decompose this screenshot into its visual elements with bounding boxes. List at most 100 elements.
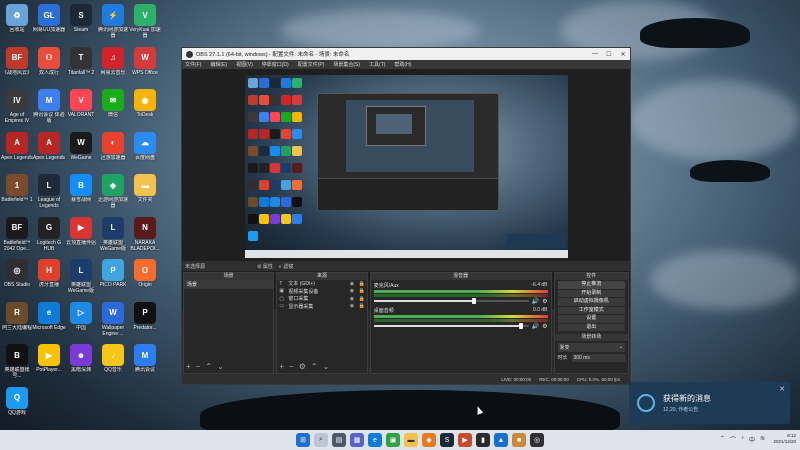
menu-tools[interactable]: 工具(T): [369, 61, 385, 68]
menu-file[interactable]: 文件(F): [185, 61, 201, 68]
menu-edit[interactable]: 编辑(E): [210, 61, 227, 68]
volume-fader[interactable]: 🔊 ⚙: [373, 323, 548, 330]
desktop-icon[interactable]: R 阿兰大陆编程: [0, 300, 34, 342]
close-icon[interactable]: ✕: [779, 385, 785, 393]
move-down-icon[interactable]: ⌄: [217, 362, 224, 371]
desktop-icon[interactable]: ▬ 文件夹: [128, 172, 162, 214]
desktop-icon[interactable]: T Titanfall™ 2: [64, 45, 98, 87]
desktop-icon[interactable]: M 腾讯会议: [128, 342, 162, 384]
eye-icon[interactable]: ◉: [350, 303, 356, 309]
control-button[interactable]: 工作室模式: [557, 306, 625, 314]
desktop-icon[interactable]: ♪ QQ音乐: [96, 342, 130, 384]
menu-help[interactable]: 帮助(H): [394, 61, 411, 68]
app-icon[interactable]: ◆: [422, 433, 436, 447]
app-icon[interactable]: ▲: [494, 433, 508, 447]
desktop-icon[interactable]: ▷ 中国: [64, 300, 98, 342]
remove-source-icon[interactable]: −: [289, 362, 294, 371]
obs-icon[interactable]: ◎: [530, 433, 544, 447]
control-button[interactable]: 退出: [557, 323, 625, 331]
search-icon[interactable]: ⌕: [314, 433, 328, 447]
desktop-icon[interactable]: M 腾讯会议 体验版: [32, 87, 66, 129]
app-icon[interactable]: ■: [512, 433, 526, 447]
desktop-icon[interactable]: ✉ 微信: [96, 87, 130, 129]
desktop-icon[interactable]: ◆ 迅游网游加速器: [96, 172, 130, 214]
obs-window[interactable]: OBS 27.1.1 (64-bit, windows) - 配置文件: 未命名…: [181, 47, 631, 385]
desktop-icon[interactable]: ☻ 黑暗深渊: [64, 342, 98, 384]
close-icon[interactable]: ✕: [616, 51, 630, 58]
wifi-icon[interactable]: ≋: [760, 435, 765, 444]
control-button[interactable]: 停止推流: [557, 281, 625, 289]
store-icon[interactable]: ▣: [386, 433, 400, 447]
move-up-icon[interactable]: ⌃: [205, 362, 212, 371]
remove-scene-icon[interactable]: −: [196, 362, 201, 371]
app-icon[interactable]: ▶: [458, 433, 472, 447]
desktop-icon[interactable]: W WeGame: [64, 130, 98, 172]
eye-icon[interactable]: ◉: [350, 281, 356, 287]
desktop-icon[interactable]: B 英雄联盟账号...: [0, 342, 34, 384]
desktop-icon[interactable]: ☁ 百度网盘: [128, 130, 162, 172]
desktop-icon[interactable]: BF 《战地风云》: [0, 45, 34, 87]
source-item[interactable]: ▭ 显示器采集 ◉ 🔒: [277, 303, 366, 311]
desktop-icon[interactable]: N NARAKA BLADEPOI...: [128, 215, 162, 257]
clock[interactable]: 8:12 2021/12/20: [773, 433, 796, 445]
scene-item[interactable]: 场景: [184, 280, 274, 289]
desktop-icon[interactable]: ♻ 回收站: [0, 2, 34, 44]
move-down-icon[interactable]: ⌄: [323, 362, 330, 371]
add-source-icon[interactable]: +: [279, 362, 284, 371]
desktop-icon[interactable]: ▶ PotPlayer...: [32, 342, 66, 384]
lock-icon[interactable]: 🔒: [359, 281, 367, 287]
desktop-icon[interactable]: L 英雄联盟WeGame版: [64, 257, 98, 299]
filters-button[interactable]: ◐ 滤镜: [279, 263, 293, 270]
source-item[interactable]: T 文本 (GDI+) ◉ 🔒: [277, 280, 366, 288]
fader-knob[interactable]: [472, 298, 477, 304]
desktop-icon[interactable]: L League of Legends: [32, 172, 66, 214]
desktop-icon[interactable]: ◉ ToDesk: [128, 87, 162, 129]
desktop-icon[interactable]: V VeryKuai 加速器: [128, 2, 162, 44]
volume-icon[interactable]: ♪: [741, 435, 744, 444]
lock-icon[interactable]: 🔒: [359, 303, 367, 309]
desktop-icon[interactable]: ▶ 云顶直播伴侣: [64, 215, 98, 257]
add-scene-icon[interactable]: +: [186, 362, 191, 371]
source-settings-icon[interactable]: ⚙: [299, 362, 306, 371]
notification-toast[interactable]: 获得新的消息 12,20, 作者公告 ✕: [629, 382, 790, 424]
maximize-icon[interactable]: ☐: [602, 51, 616, 58]
speaker-icon[interactable]: 🔊: [532, 298, 539, 305]
desktop-icon[interactable]: P Predator...: [128, 300, 162, 342]
desktop-icon[interactable]: L 英雄联盟WeGame版: [96, 215, 130, 257]
desktop-icon[interactable]: e Microsoft Edge: [32, 300, 66, 342]
eye-icon[interactable]: ◉: [350, 296, 356, 302]
speaker-icon[interactable]: 🔊: [532, 323, 539, 330]
gear-icon[interactable]: ⚙: [542, 323, 547, 330]
eye-icon[interactable]: ◉: [350, 288, 356, 294]
lock-icon[interactable]: 🔒: [359, 288, 367, 294]
desktop-icon[interactable]: P PICO PARK: [96, 257, 130, 299]
desktop-icon[interactable]: ⚇ 双人成行: [32, 45, 66, 87]
desktop-icon[interactable]: BF Battlefield™ 2042 Ope...: [0, 215, 34, 257]
menu-docks[interactable]: 停靠窗口(D): [262, 61, 289, 68]
desktop-icon[interactable]: GL 网易UU加速器: [32, 2, 66, 44]
lock-icon[interactable]: 🔒: [359, 296, 367, 302]
move-up-icon[interactable]: ⌃: [311, 362, 318, 371]
menu-view[interactable]: 视图(V): [236, 61, 253, 68]
chevron-up-icon[interactable]: ⌃: [720, 435, 725, 444]
desktop-icon[interactable]: W WPS Office: [128, 45, 162, 87]
desktop-icon[interactable]: O Origin: [128, 257, 162, 299]
duration-input[interactable]: 300 ms: [571, 354, 625, 362]
desktop-icon[interactable]: ♫ 网易云音乐: [96, 45, 130, 87]
desktop-icon[interactable]: W Wallpaper Engine:...: [96, 300, 130, 342]
control-button[interactable]: 启动虚拟摄像机: [557, 298, 625, 306]
start-icon[interactable]: ⊞: [296, 433, 310, 447]
gear-icon[interactable]: ⚙: [542, 298, 547, 305]
volume-fader[interactable]: 🔊 ⚙: [373, 298, 548, 305]
desktop-icon[interactable]: G Logitech G HUB: [32, 215, 66, 257]
desktop-icon[interactable]: ◐ 迅游加速器: [96, 130, 130, 172]
desktop-icon[interactable]: IV Age of Empires IV: [0, 87, 34, 129]
program-preview[interactable]: [245, 75, 568, 258]
desktop-icon[interactable]: S Steam: [64, 2, 98, 44]
desktop-icon[interactable]: H 虎牙直播: [32, 257, 66, 299]
network-icon[interactable]: ⌒: [730, 435, 736, 444]
desktop-icon[interactable]: ◎ OBS Studio: [0, 257, 34, 299]
app-icon[interactable]: ▮: [476, 433, 490, 447]
widgets-icon[interactable]: ▦: [350, 433, 364, 447]
desktop-icon[interactable]: A Apex Legends: [32, 130, 66, 172]
